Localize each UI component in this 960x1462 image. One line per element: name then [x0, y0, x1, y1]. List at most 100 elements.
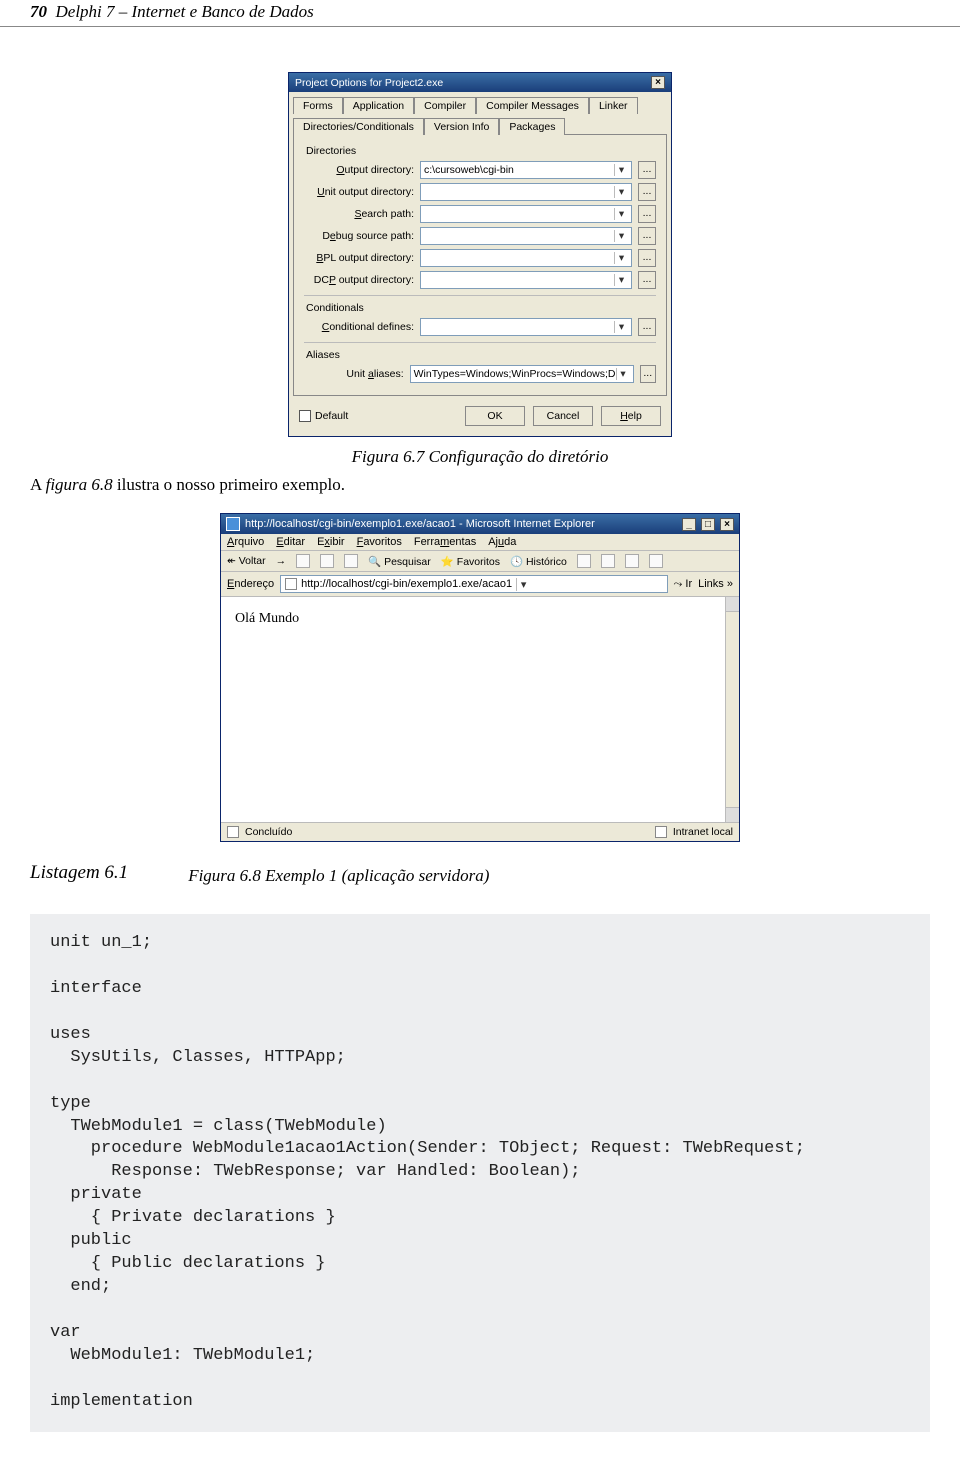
browser-menu: Arquivo Editar Exibir Favoritos Ferramen…	[221, 534, 739, 551]
dialog-body: Directories Output directory: c:\cursowe…	[293, 134, 667, 396]
dialog-tabs-row1: Forms Application Compiler Compiler Mess…	[289, 92, 671, 113]
browser-viewport: Olá Mundo	[221, 597, 739, 822]
browser-titlebar: http://localhost/cgi-bin/exemplo1.exe/ac…	[221, 514, 739, 534]
menu-arquivo[interactable]: Arquivo	[227, 536, 264, 548]
bpl-output-input[interactable]: ▾	[420, 249, 632, 267]
search-path-input[interactable]: ▾	[420, 205, 632, 223]
tab-application[interactable]: Application	[343, 97, 414, 114]
code-listing: unit un_1; interface uses SysUtils, Clas…	[30, 914, 930, 1432]
tab-forms[interactable]: Forms	[293, 97, 343, 114]
browse-button[interactable]: ...	[638, 183, 656, 201]
discuss-icon[interactable]	[649, 554, 663, 568]
mail-icon[interactable]	[577, 554, 591, 568]
menu-favoritos[interactable]: Favoritos	[357, 536, 402, 548]
browser-statusbar: Concluído Intranet local	[221, 822, 739, 841]
label-unit-aliases: Unit aliases:	[304, 368, 404, 380]
project-options-dialog: Project Options for Project2.exe × Forms…	[288, 72, 672, 437]
home-icon[interactable]	[344, 554, 358, 568]
scrollbar[interactable]	[725, 597, 739, 822]
default-checkbox[interactable]: Default	[299, 410, 348, 422]
tab-version[interactable]: Version Info	[424, 118, 499, 135]
zone-icon	[655, 826, 667, 838]
back-button[interactable]: ↞ Voltar	[227, 555, 266, 567]
chevron-down-icon[interactable]: ▾	[614, 274, 628, 286]
group-aliases: Aliases	[306, 349, 656, 361]
chevron-down-icon[interactable]: ▾	[616, 368, 630, 380]
conditional-defines-input[interactable]: ▾	[420, 318, 632, 336]
go-button[interactable]: ⤳ Ir	[674, 578, 693, 591]
menu-ferramentas[interactable]: Ferramentas	[414, 536, 476, 548]
page-header: 70 Delphi 7 – Internet e Banco de Dados	[0, 0, 960, 27]
debug-source-input[interactable]: ▾	[420, 227, 632, 245]
menu-exibir[interactable]: Exibir	[317, 536, 345, 548]
edit-icon[interactable]	[625, 554, 639, 568]
label-cond-defines: Conditional defines:	[304, 321, 414, 333]
label-bpl: BPL output directory:	[304, 252, 414, 264]
chevron-down-icon[interactable]: ▾	[614, 321, 628, 333]
dcp-output-input[interactable]: ▾	[420, 271, 632, 289]
browse-button[interactable]: ...	[638, 227, 656, 245]
history-button[interactable]: 🕓 Histórico	[510, 555, 567, 568]
favorites-button[interactable]: ⭐ Favoritos	[441, 555, 500, 568]
search-button[interactable]: 🔍 Pesquisar	[368, 555, 431, 568]
forward-button[interactable]: →	[276, 555, 287, 567]
menu-editar[interactable]: Editar	[276, 536, 305, 548]
ok-button[interactable]: OK	[465, 406, 525, 426]
browse-button[interactable]: ...	[640, 365, 656, 383]
tab-compiler-messages[interactable]: Compiler Messages	[476, 97, 589, 114]
chevron-down-icon[interactable]: ▾	[614, 208, 628, 220]
browse-button[interactable]: ...	[638, 205, 656, 223]
page-number: 70	[30, 2, 47, 21]
browser-toolbar: ↞ Voltar → 🔍 Pesquisar ⭐ Favoritos 🕓 His…	[221, 551, 739, 572]
page-content: Project Options for Project2.exe × Forms…	[0, 27, 960, 1462]
unit-output-input[interactable]: ▾	[420, 183, 632, 201]
menu-ajuda[interactable]: Ajuda	[488, 536, 516, 548]
body-text: A figura 6.8 ilustra o nosso primeiro ex…	[30, 475, 930, 495]
browse-button[interactable]: ...	[638, 271, 656, 289]
group-conditionals: Conditionals	[306, 302, 656, 314]
tab-linker[interactable]: Linker	[589, 97, 638, 114]
page-text: Olá Mundo	[235, 611, 299, 626]
address-input[interactable]: http://localhost/cgi-bin/exemplo1.exe/ac…	[280, 575, 667, 593]
refresh-icon[interactable]	[320, 554, 334, 568]
tab-compiler[interactable]: Compiler	[414, 97, 476, 114]
minimize-icon[interactable]: _	[682, 518, 696, 531]
help-button[interactable]: Help	[601, 406, 661, 426]
label-unit-output: Unit output directory:	[304, 186, 414, 198]
cancel-button[interactable]: Cancel	[533, 406, 593, 426]
browse-button[interactable]: ...	[638, 249, 656, 267]
address-label: Endereço	[227, 578, 274, 590]
stop-icon[interactable]	[296, 554, 310, 568]
label-debug-source: Debug source path:	[304, 230, 414, 242]
chevron-down-icon[interactable]: ▾	[614, 252, 628, 264]
chevron-down-icon[interactable]: ▾	[614, 186, 628, 198]
links-button[interactable]: Links »	[698, 578, 733, 590]
tab-packages[interactable]: Packages	[499, 118, 565, 135]
listing-label: Listagem 6.1	[30, 862, 128, 884]
status-left: Concluído	[245, 826, 292, 838]
label-search: Search path:	[304, 208, 414, 220]
browse-button[interactable]: ...	[638, 161, 656, 179]
chevron-down-icon[interactable]: ▾	[614, 230, 628, 242]
dialog-footer: Default OK Cancel Help	[289, 400, 671, 436]
label-dcp: DCP output directory:	[304, 274, 414, 286]
output-directory-input[interactable]: c:\cursoweb\cgi-bin▾	[420, 161, 632, 179]
browser-window: http://localhost/cgi-bin/exemplo1.exe/ac…	[220, 513, 740, 842]
figure-caption-67: Figura 6.7 Configuração do diretório	[30, 447, 930, 467]
browser-title: http://localhost/cgi-bin/exemplo1.exe/ac…	[245, 518, 677, 530]
figure-ref: figura 6.8	[46, 475, 113, 494]
dialog-title: Project Options for Project2.exe	[295, 77, 443, 89]
group-directories: Directories	[306, 145, 656, 157]
browse-button[interactable]: ...	[638, 318, 656, 336]
figure-caption-68: Figura 6.8 Exemplo 1 (aplicação servidor…	[188, 866, 489, 886]
unit-aliases-input[interactable]: WinTypes=Windows;WinProcs=Windows;D▾	[410, 365, 634, 383]
tab-directories[interactable]: Directories/Conditionals	[293, 118, 424, 135]
book-title: Delphi 7 – Internet e Banco de Dados	[56, 2, 314, 21]
chevron-down-icon[interactable]: ▾	[516, 578, 530, 591]
address-bar: Endereço http://localhost/cgi-bin/exempl…	[221, 572, 739, 597]
maximize-icon[interactable]: □	[701, 518, 715, 531]
print-icon[interactable]	[601, 554, 615, 568]
close-icon[interactable]: ×	[651, 76, 665, 89]
close-icon[interactable]: ×	[720, 518, 734, 531]
chevron-down-icon[interactable]: ▾	[614, 164, 628, 176]
